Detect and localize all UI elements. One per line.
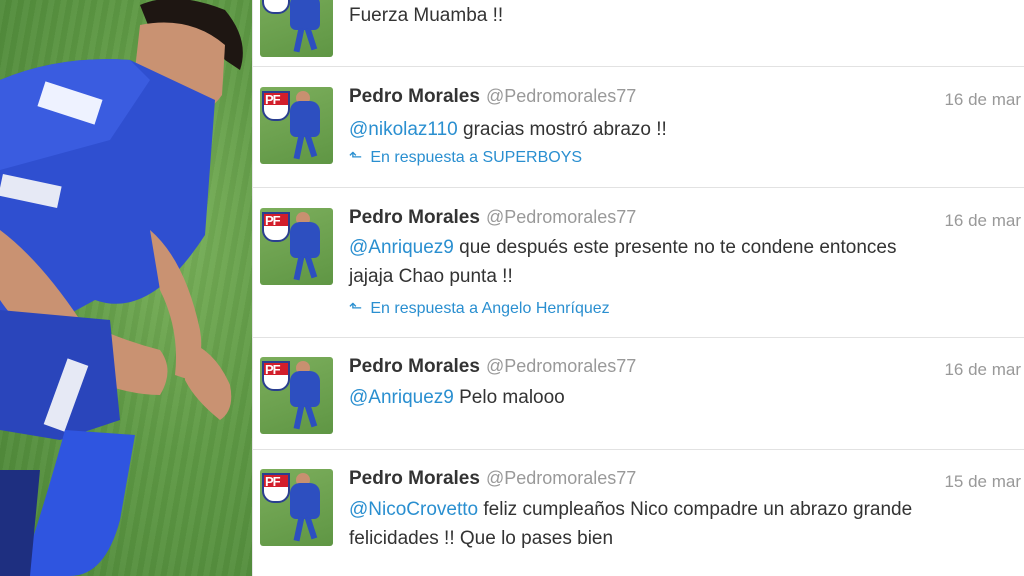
tweet-timeline: PF Fuerza Muamba !! PF Pedro Morales @Ped… — [252, 0, 1024, 576]
tweet-item[interactable]: PF Pedro Morales @Pedromorales77 16 de ma… — [253, 338, 1024, 450]
tweet-date[interactable]: 15 de mar — [944, 472, 1021, 492]
tweet-item[interactable]: PF Fuerza Muamba !! — [253, 0, 1024, 67]
tweet-author[interactable]: Pedro Morales @Pedromorales77 — [349, 468, 636, 490]
tweet-text: @Anriquez9 que después este presente no … — [349, 237, 897, 287]
avatar[interactable]: PF — [260, 87, 333, 164]
mention-link[interactable]: @Anriquez9 — [349, 237, 454, 258]
author-name[interactable]: Pedro Morales — [349, 86, 480, 107]
tweet-date[interactable]: 16 de mar — [944, 90, 1021, 110]
avatar[interactable]: PF — [260, 0, 333, 57]
player-photo — [0, 0, 252, 576]
mention-link[interactable]: @nikolaz110 — [349, 119, 458, 140]
author-handle[interactable]: @Pedromorales77 — [486, 468, 636, 488]
tweet-item[interactable]: PF Pedro Morales @Pedromorales77 16 de ma… — [253, 67, 1024, 188]
author-handle[interactable]: @Pedromorales77 — [486, 356, 636, 376]
in-reply-to-link[interactable]: ⬑ En respuesta a Angelo Henríquez — [349, 298, 610, 318]
author-name[interactable]: Pedro Morales — [349, 356, 480, 377]
author-name[interactable]: Pedro Morales — [349, 468, 480, 489]
author-name[interactable]: Pedro Morales — [349, 207, 480, 228]
mention-link[interactable]: @Anriquez9 — [349, 387, 454, 408]
tweet-item[interactable]: PF Pedro Morales @Pedromorales77 16 de ma… — [253, 188, 1024, 338]
author-handle[interactable]: @Pedromorales77 — [486, 207, 636, 227]
avatar[interactable]: PF — [260, 357, 333, 434]
tweet-item[interactable]: PF Pedro Morales @Pedromorales77 15 de ma… — [253, 450, 1024, 576]
tweet-text: Fuerza Muamba !! — [349, 5, 504, 26]
reply-arrow-icon: ⬑ — [349, 149, 363, 166]
tweet-text: @Anriquez9 Pelo malooo — [349, 387, 565, 408]
author-handle[interactable]: @Pedromorales77 — [486, 86, 636, 106]
player-illustration — [0, 0, 243, 576]
avatar[interactable]: PF — [260, 469, 333, 546]
tweet-author[interactable]: Pedro Morales @Pedromorales77 — [349, 207, 636, 229]
tweet-text: @NicoCrovetto feliz cumpleaños Nico comp… — [349, 499, 913, 549]
in-reply-to-link[interactable]: ⬑ En respuesta a SUPERBOYS — [349, 147, 582, 167]
mention-link[interactable]: @NicoCrovetto — [349, 499, 478, 520]
tweet-date[interactable]: 16 de mar — [944, 211, 1021, 231]
tweet-author[interactable]: Pedro Morales @Pedromorales77 — [349, 86, 636, 108]
reply-arrow-icon: ⬑ — [349, 300, 363, 317]
avatar[interactable]: PF — [260, 208, 333, 285]
tweet-date[interactable]: 16 de mar — [944, 360, 1021, 380]
tweet-text: @nikolaz110 gracias mostró abrazo !! — [349, 119, 667, 140]
tweet-author[interactable]: Pedro Morales @Pedromorales77 — [349, 356, 636, 378]
